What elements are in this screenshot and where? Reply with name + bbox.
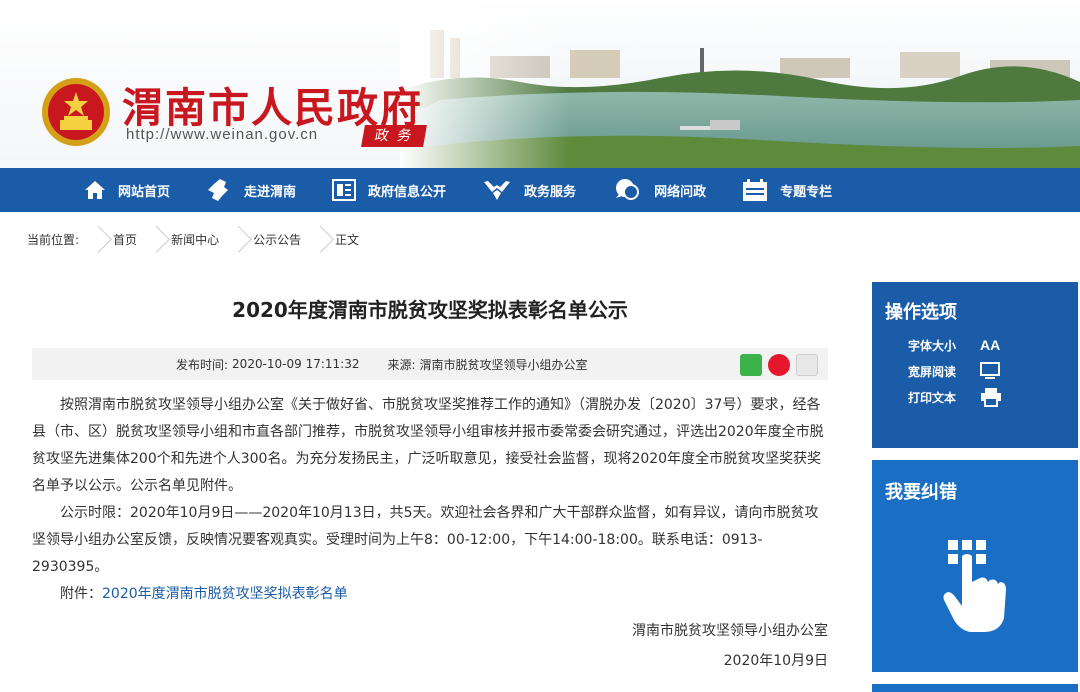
breadcrumb-current: 正文 <box>335 232 360 247</box>
correction-title: 我要纠错 <box>885 482 957 503</box>
home-icon <box>85 181 105 199</box>
option-label: 宽屏阅读 <box>908 364 957 379</box>
calendar-icon <box>743 179 768 201</box>
article-title: 2020年度渭南市脱贫攻坚奖拟表彰名单公示 <box>232 298 628 322</box>
publish-time: 2020-10-09 17:11:32 <box>232 357 360 371</box>
nav-item-services[interactable]: 政务服务 <box>482 168 576 212</box>
nav-item-label: 政务服务 <box>524 184 577 200</box>
hands-icon <box>484 181 511 200</box>
copy-icon[interactable] <box>796 354 818 376</box>
attachment-link[interactable]: 2020年度渭南市脱贫攻坚奖拟表彰名单 <box>102 586 348 602</box>
weibo-share-icon[interactable] <box>768 354 790 376</box>
main-nav: 网站首页 走进渭南 政府信息公开 政务服务 网络问政 专题专栏 <box>0 168 1080 212</box>
font-size-option[interactable]: 字体大小 AA <box>872 332 1078 358</box>
printer-icon <box>981 388 1001 407</box>
nav-item-label: 网站首页 <box>118 184 171 200</box>
breadcrumb-separator <box>311 225 325 253</box>
source-label: 来源: <box>387 357 416 372</box>
nav-item-label: 网络问政 <box>654 184 707 200</box>
breadcrumb-separator <box>147 225 161 253</box>
attachment-label: 附件： <box>60 586 102 602</box>
option-label: 字体大小 <box>908 338 957 353</box>
breadcrumb: 当前位置: 首页 新闻中心 公示公告 正文 <box>0 224 359 254</box>
nav-item-label: 专题专栏 <box>780 184 833 200</box>
breadcrumb-separator <box>89 225 103 253</box>
sidebar-panel-next <box>872 684 1078 692</box>
article-paragraph: 公示时限：2020年10月9日——2020年10月13日，共5天。欢迎社会各界和… <box>32 505 819 575</box>
wechat-share-icon[interactable] <box>740 354 762 376</box>
attachment-line: 附件：2020年度渭南市脱贫攻坚奖拟表彰名单 <box>32 581 828 608</box>
article-signature: 渭南市脱贫攻坚领导小组办公室 2020年10月9日 <box>32 616 828 676</box>
site-url: http://www.weinan.gov.cn <box>126 126 319 143</box>
article-meta: 发布时间: 2020-10-09 17:11:32 来源: 渭南市脱贫攻坚领导小… <box>32 348 828 380</box>
nav-item-about[interactable]: 走进渭南 <box>206 168 296 212</box>
nav-item-special-topics[interactable]: 专题专栏 <box>742 168 832 212</box>
options-panel: 操作选项 字体大小 AA 宽屏阅读 打印文本 <box>872 282 1078 448</box>
site-tag-badge: 政 务 <box>361 125 427 147</box>
signature-org: 渭南市脱贫攻坚领导小组办公室 <box>632 623 828 639</box>
city-lake-scenery-image <box>400 0 1080 168</box>
map-icon <box>208 179 229 201</box>
nav-item-label: 走进渭南 <box>244 184 297 200</box>
nav-item-home[interactable]: 网站首页 <box>84 168 170 212</box>
breadcrumb-news-link[interactable]: 新闻中心 <box>171 231 219 248</box>
publish-label: 发布时间: <box>176 357 229 372</box>
options-title: 操作选项 <box>885 302 957 323</box>
monitor-icon <box>980 362 1000 379</box>
article: 2020年度渭南市脱贫攻坚奖拟表彰名单公示 发布时间: 2020-10-09 1… <box>32 280 828 676</box>
font-size-icon: AA <box>980 337 1001 353</box>
touch-hand-icon <box>943 540 1006 632</box>
widescreen-option[interactable]: 宽屏阅读 <box>872 358 1078 384</box>
signature-date: 2020年10月9日 <box>723 653 828 669</box>
breadcrumb-home-link[interactable]: 首页 <box>113 231 137 248</box>
header-banner: 渭南市人民政府 http://www.weinan.gov.cn 政 务 <box>0 0 1080 168</box>
national-emblem-icon <box>42 78 110 146</box>
breadcrumb-notice-link[interactable]: 公示公告 <box>253 231 301 248</box>
article-paragraph: 按照渭南市脱贫攻坚领导小组办公室《关于做好省、市脱贫攻坚奖推荐工作的通知》（渭脱… <box>32 397 824 494</box>
nav-item-label: 政府信息公开 <box>368 184 447 200</box>
nav-item-online-inquiry[interactable]: 网络问政 <box>612 168 706 212</box>
nav-item-info-disclosure[interactable]: 政府信息公开 <box>332 168 446 212</box>
share-bar <box>734 354 818 376</box>
chat-icon <box>616 179 640 200</box>
print-option[interactable]: 打印文本 <box>872 384 1078 410</box>
article-body: 按照渭南市脱贫攻坚领导小组办公室《关于做好省、市脱贫攻坚奖推荐工作的通知》（渭脱… <box>32 392 828 608</box>
breadcrumb-separator <box>229 225 243 253</box>
correction-panel[interactable]: 我要纠错 <box>872 460 1078 672</box>
document-icon <box>332 179 357 201</box>
source-value: 渭南市脱贫攻坚领导小组办公室 <box>419 357 588 372</box>
option-label: 打印文本 <box>908 390 957 405</box>
breadcrumb-prefix: 当前位置: <box>27 232 80 247</box>
